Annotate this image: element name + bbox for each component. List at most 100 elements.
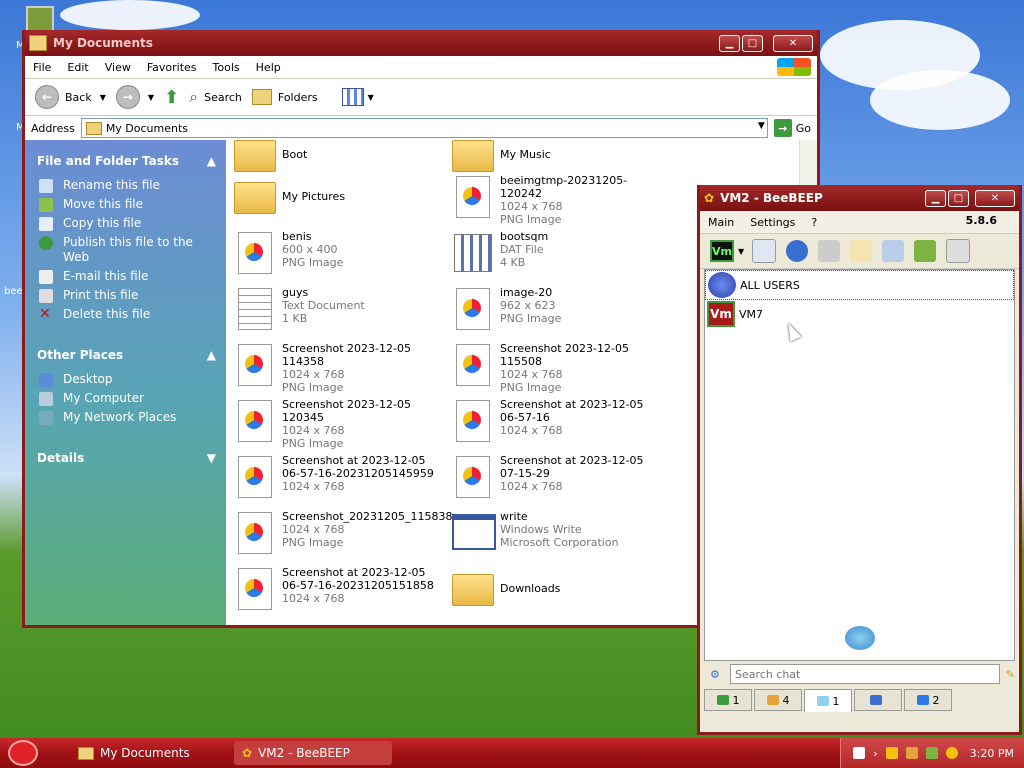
my-avatar-button[interactable]: Vm bbox=[710, 240, 734, 262]
go-arrow-icon[interactable]: → bbox=[773, 119, 792, 137]
search-bar: ⚙ ✎ bbox=[704, 663, 1015, 685]
settings-gear-icon[interactable]: ⚙ bbox=[710, 668, 720, 681]
file-name: guys bbox=[282, 286, 309, 299]
task-publish[interactable]: Publish this file to the Web bbox=[39, 235, 216, 265]
keyboard-icon[interactable] bbox=[853, 747, 866, 759]
file-name: Screenshot 2023-12-05 120345 bbox=[282, 398, 411, 424]
edit-profile-icon[interactable] bbox=[752, 239, 777, 263]
security-shield-icon[interactable] bbox=[885, 747, 898, 759]
explorer-titlebar[interactable]: My Documents ▁ □ ✕ bbox=[25, 30, 817, 56]
file-item[interactable]: Screenshot 2023-12-05 114358 1024 x 768 PN… bbox=[234, 342, 444, 394]
update-icon[interactable] bbox=[914, 240, 937, 262]
details-header[interactable]: Details ▼ bbox=[37, 451, 216, 465]
menu-view[interactable]: View bbox=[97, 61, 139, 74]
menu-edit[interactable]: Edit bbox=[59, 61, 96, 74]
file-item[interactable]: guys Text Document 1 KB bbox=[234, 286, 444, 330]
taskbar-item-beebeep[interactable]: ✿ VM2 - BeeBEEP bbox=[234, 741, 392, 765]
file-item[interactable]: beeimgtmp-20231205-120242 1024 x 768 PNG I… bbox=[452, 174, 662, 226]
menu-help[interactable]: ? bbox=[803, 216, 825, 229]
file-item[interactable]: benis 600 x 400 PNG Image bbox=[234, 230, 444, 274]
file-item[interactable]: My Music bbox=[452, 140, 662, 176]
start-button[interactable] bbox=[0, 738, 46, 768]
menu-help[interactable]: Help bbox=[248, 61, 289, 74]
place-network[interactable]: My Network Places bbox=[39, 410, 216, 425]
file-detail: 07-15-29 bbox=[500, 467, 550, 480]
file-item[interactable]: Boot bbox=[234, 140, 444, 176]
tab-groups[interactable]: 4 bbox=[754, 689, 802, 711]
search-chat-input[interactable] bbox=[730, 664, 1000, 684]
beebeep-titlebar[interactable]: ✿ VM2 - BeeBEEP ▁ □ ✕ bbox=[700, 185, 1019, 211]
place-desktop[interactable]: Desktop bbox=[39, 372, 216, 387]
window-title: My Documents bbox=[53, 36, 153, 50]
file-item[interactable]: Screenshot at 2023-12-05 06-57-16-2023120… bbox=[234, 566, 444, 610]
pencil-icon[interactable] bbox=[850, 240, 873, 262]
forward-button[interactable]: → ▼ bbox=[115, 85, 154, 109]
file-share-icon[interactable] bbox=[818, 240, 841, 262]
file-item[interactable]: My Pictures bbox=[234, 174, 444, 218]
file-detail: 600 x 400 bbox=[282, 243, 338, 256]
file-detail: 1024 x 768 bbox=[282, 480, 345, 493]
close-button[interactable]: ✕ bbox=[975, 189, 1015, 207]
close-button[interactable]: ✕ bbox=[773, 34, 813, 52]
other-places-header[interactable]: Other Places ▲ bbox=[37, 348, 216, 362]
user-row-all-users[interactable]: ALL USERS bbox=[705, 270, 1014, 300]
desktop-icon bbox=[39, 373, 53, 387]
file-item[interactable]: Screenshot at 2023-12-05 06-57-16-2023120… bbox=[234, 454, 444, 498]
file-item[interactable]: write Windows Write Microsoft Corporation bbox=[452, 510, 662, 554]
address-input[interactable]: My Documents ▼ bbox=[80, 118, 768, 138]
go-button[interactable]: Go bbox=[796, 122, 811, 135]
file-name: Screenshot at 2023-12-05 bbox=[500, 398, 644, 411]
file-item[interactable]: bootsqm DAT File 4 KB bbox=[452, 230, 662, 274]
tab-chats[interactable]: 1 bbox=[804, 689, 852, 712]
clear-broom-icon[interactable]: ✎ bbox=[1006, 668, 1015, 681]
menu-main[interactable]: Main bbox=[700, 216, 742, 229]
chevron-down-icon[interactable]: ▼ bbox=[738, 247, 744, 256]
file-item[interactable]: Downloads bbox=[452, 566, 662, 610]
maximize-button[interactable]: □ bbox=[948, 189, 969, 207]
file-item[interactable]: Screenshot 2023-12-05 115508 1024 x 768 PN… bbox=[452, 342, 662, 394]
tab-users[interactable]: 1 bbox=[704, 689, 752, 711]
file-item[interactable]: Screenshot at 2023-12-05 06-57-16 1024 x 7… bbox=[452, 398, 662, 442]
bee-tray-icon[interactable] bbox=[905, 747, 918, 759]
search-button[interactable]: ⌕ Search bbox=[189, 87, 242, 107]
tab-files[interactable]: 2 bbox=[904, 689, 952, 711]
chevron-right-icon[interactable]: › bbox=[873, 747, 877, 760]
minimize-button[interactable]: ▁ bbox=[719, 34, 740, 52]
task-delete[interactable]: ✕ Delete this file bbox=[39, 307, 216, 322]
folders-button[interactable]: Folders bbox=[251, 89, 318, 105]
menu-favorites[interactable]: Favorites bbox=[139, 61, 205, 74]
file-tasks-header[interactable]: File and Folder Tasks ▲ bbox=[37, 154, 216, 168]
file-name: Screenshot 2023-12-05 114358 bbox=[282, 342, 411, 368]
task-copy[interactable]: Copy this file bbox=[39, 216, 216, 231]
network-broadcast-icon[interactable] bbox=[786, 240, 809, 262]
place-my-computer[interactable]: My Computer bbox=[39, 391, 216, 406]
task-rename[interactable]: Rename this file bbox=[39, 178, 216, 193]
task-email[interactable]: E-mail this file bbox=[39, 269, 216, 284]
taskbar-item-my-documents[interactable]: My Documents bbox=[70, 741, 228, 765]
task-print[interactable]: Print this file bbox=[39, 288, 216, 303]
network-tray-icon[interactable] bbox=[925, 747, 938, 759]
up-button[interactable]: ⬆ bbox=[164, 87, 179, 108]
file-detail: 4 KB bbox=[500, 256, 526, 269]
file-item[interactable]: image-20 962 x 623 PNG Image bbox=[452, 286, 662, 330]
file-item[interactable]: Screenshot 2023-12-05 120345 1024 x 768 PN… bbox=[234, 398, 444, 450]
clock[interactable]: 3:20 PM bbox=[970, 747, 1014, 760]
tools-icon[interactable] bbox=[882, 240, 905, 262]
menu-tools[interactable]: Tools bbox=[205, 61, 248, 74]
minimize-button[interactable]: ▁ bbox=[925, 189, 946, 207]
task-move[interactable]: Move this file bbox=[39, 197, 216, 212]
menu-settings[interactable]: Settings bbox=[742, 216, 803, 229]
file-item[interactable]: Screenshot at 2023-12-05 07-15-29 1024 x 7… bbox=[452, 454, 662, 498]
maximize-button[interactable]: □ bbox=[742, 34, 763, 52]
search-tray-icon[interactable] bbox=[945, 747, 958, 759]
back-button[interactable]: ← Back ▼ bbox=[35, 85, 106, 109]
chevron-down-icon[interactable]: ▼ bbox=[758, 121, 765, 131]
tab-network[interactable] bbox=[854, 689, 902, 711]
file-item[interactable]: Screenshot_20231205_115838 1024 x 768 PNG … bbox=[234, 510, 453, 554]
file-name: Screenshot at 2023-12-05 bbox=[500, 454, 644, 467]
views-button[interactable]: ▼ bbox=[341, 88, 374, 106]
menu-file[interactable]: File bbox=[25, 61, 59, 74]
trash-icon[interactable] bbox=[946, 239, 971, 263]
user-row-vm7[interactable]: Vm VM7 bbox=[705, 300, 1014, 328]
file-detail: DAT File bbox=[500, 243, 544, 256]
